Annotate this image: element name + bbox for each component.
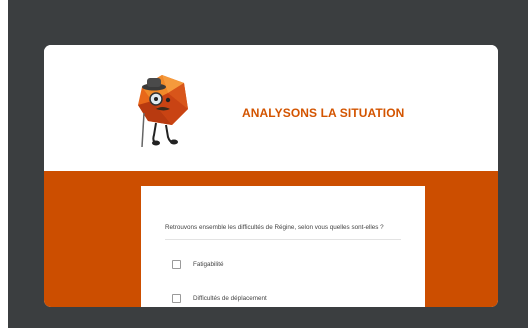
activity-header: ANALYSONS LA SITUATION [44, 45, 498, 171]
orange-d20-detective-mascot-icon [138, 75, 188, 148]
option-checkbox[interactable] [172, 259, 181, 269]
question-divider [165, 239, 401, 240]
page-title: ANALYSONS LA SITUATION [242, 106, 405, 120]
question-text: Retrouvons ensemble les difficultés de R… [165, 224, 384, 231]
option-label: Difficultés de déplacement [193, 294, 267, 302]
activity-card: ANALYSONS LA SITUATION Retrouvons ensemb… [44, 45, 498, 307]
question-panel: Retrouvons ensemble les difficultés de R… [141, 186, 425, 307]
option-difficultes-deplacement[interactable]: Difficultés de déplacement [172, 292, 267, 304]
option-fatigabilite[interactable]: Fatigabilité [172, 258, 223, 270]
page-left-edge [0, 0, 8, 328]
option-label: Fatigabilité [193, 260, 224, 268]
option-checkbox[interactable] [172, 293, 181, 303]
